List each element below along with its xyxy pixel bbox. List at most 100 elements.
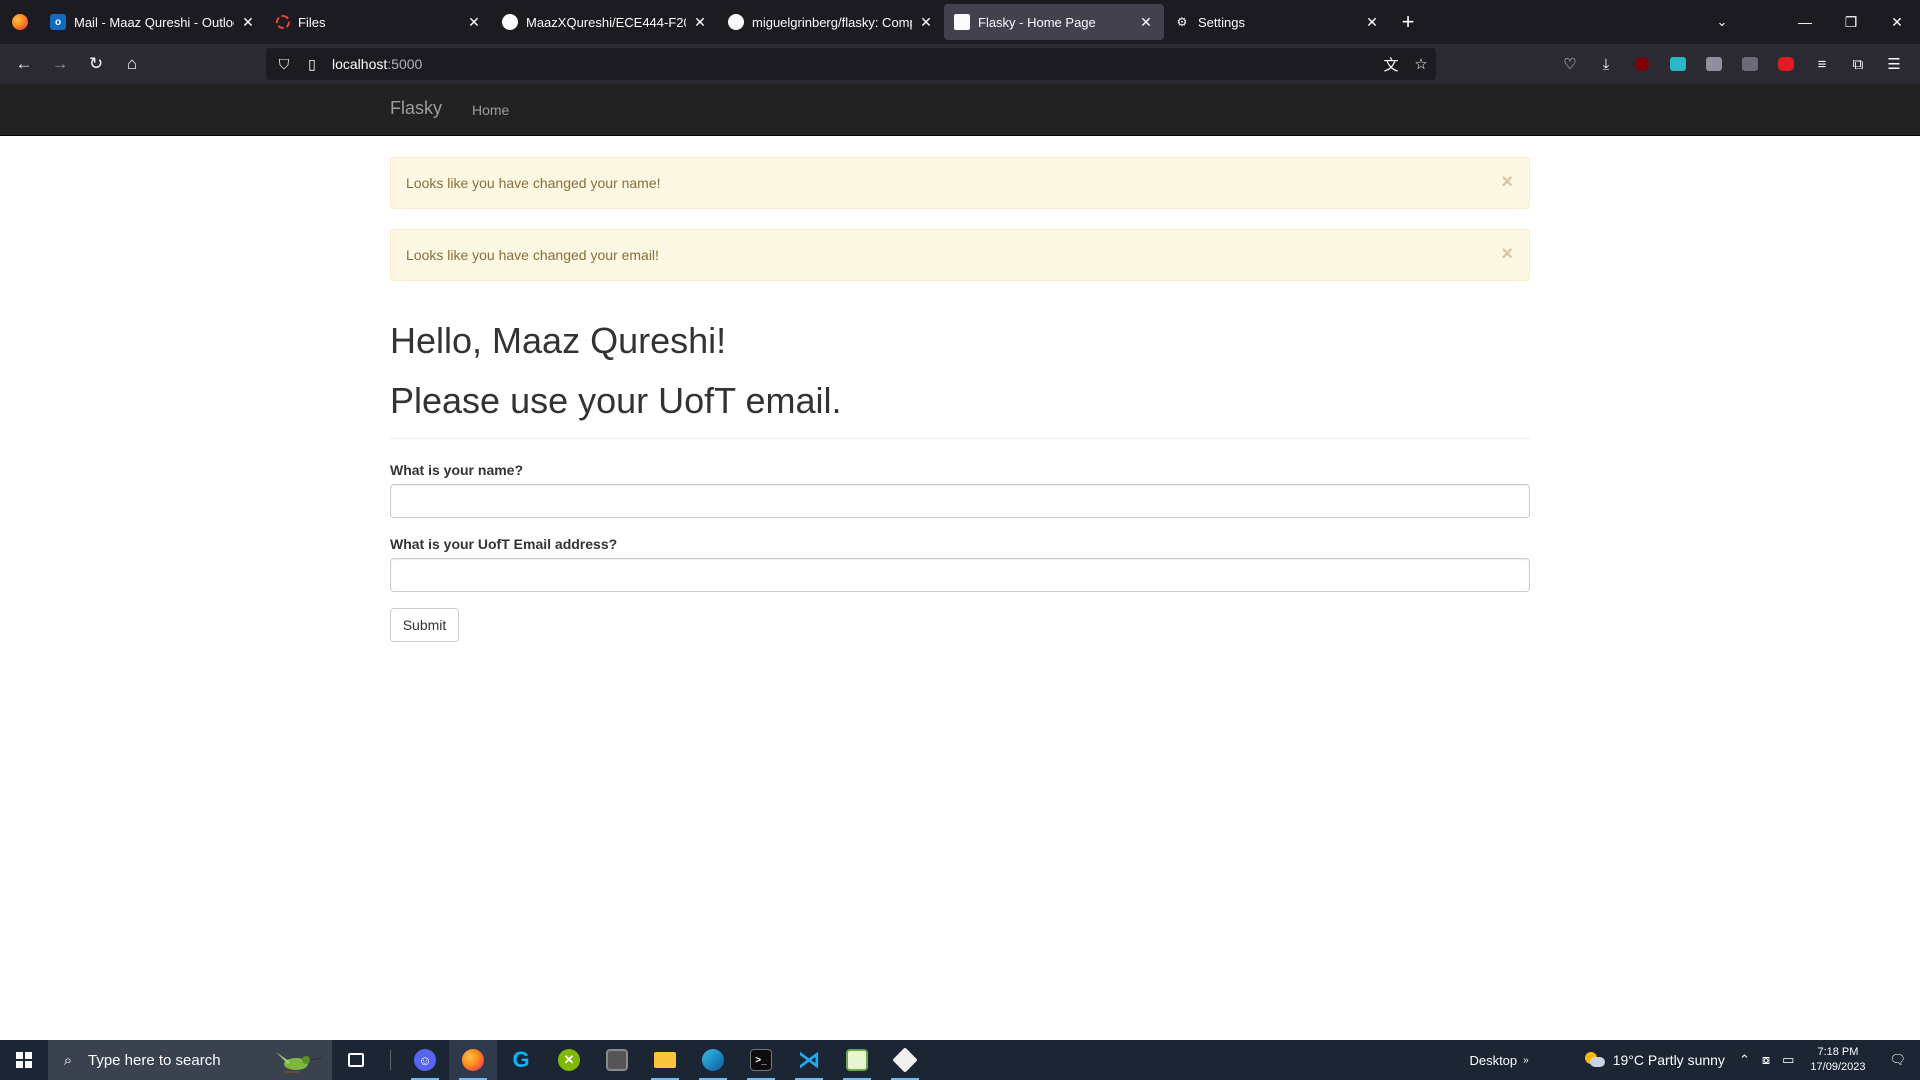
reload-icon[interactable]: ↻ (78, 48, 114, 80)
email-warning-heading: Please use your UofT email. (390, 380, 842, 421)
alert-email-changed: Looks like you have changed your email! … (390, 229, 1530, 281)
main-container: Looks like you have changed your name! ×… (390, 84, 1530, 784)
back-icon[interactable]: ← (6, 48, 42, 80)
start-button[interactable] (0, 1040, 48, 1080)
email-label: What is your UofT Email address? (390, 536, 618, 552)
close-tab-icon[interactable]: ✕ (1364, 14, 1380, 30)
git-extension-icon[interactable] (881, 1040, 929, 1080)
extension-save-icon[interactable] (1660, 48, 1696, 80)
close-tab-icon[interactable]: ✕ (918, 14, 934, 30)
url-bar[interactable]: ⛉ ▯ localhost:5000 文 ☆ (266, 48, 1436, 80)
notifications-icon[interactable]: 🗨 (1875, 1040, 1920, 1080)
outlook-icon: o (50, 14, 66, 30)
downloads-icon[interactable]: ⤓ (1588, 48, 1624, 80)
page-content: Flasky Home Looks like you have changed … (0, 84, 1920, 1040)
taskbar-separator (390, 1050, 391, 1070)
alert-message: Looks like you have changed your name! (406, 175, 661, 191)
firefox-menu-icon[interactable] (0, 0, 40, 44)
close-alert-button[interactable]: × (1501, 172, 1513, 192)
list-all-tabs-icon[interactable]: ⌄ (1708, 0, 1736, 44)
files-loading-icon (276, 15, 290, 29)
tab-label: Settings (1198, 14, 1245, 30)
edge-icon[interactable] (689, 1040, 737, 1080)
tab-flasky-home[interactable]: Flasky - Home Page ✕ (944, 4, 1164, 40)
ublock-origin-icon[interactable] (1624, 48, 1660, 80)
github-icon (728, 14, 744, 30)
hummingbird-search-highlight-icon (276, 1052, 323, 1073)
greeting-heading: Hello, Maaz Qureshi! (390, 320, 727, 361)
weather-widget[interactable]: 19°C Partly sunny (1577, 1040, 1733, 1080)
extensions-puzzle-icon[interactable]: ⧉ (1840, 48, 1876, 80)
tracking-shield-icon[interactable]: ⛉ (270, 48, 298, 80)
clock-time: 7:18 PM (1817, 1046, 1859, 1058)
github-icon (502, 14, 518, 30)
translate-icon[interactable]: 文 (1376, 48, 1406, 80)
chevron-right-icon: » (1523, 1054, 1529, 1066)
name-input[interactable] (390, 484, 1530, 518)
xbox-icon[interactable]: ✕ (545, 1040, 593, 1080)
terminal-icon[interactable]: >_ (737, 1040, 785, 1080)
tab-label: Flasky - Home Page (978, 14, 1096, 30)
flasky-icon (954, 14, 970, 30)
browser-toolbar: ← → ↻ ⌂ ⛉ ▯ localhost:5000 文 ☆ ♡ ⤓ ≡ ⧉ ☰ (0, 44, 1920, 84)
restore-button[interactable]: ❐ (1828, 0, 1874, 44)
tab-outlook[interactable]: o Mail - Maaz Qureshi - Outlook ✕ (40, 4, 266, 40)
divider (390, 438, 1530, 439)
clock-date: 17/09/2023 (1810, 1061, 1866, 1073)
close-alert-button[interactable]: × (1501, 244, 1513, 264)
tab-github-flasky[interactable]: miguelgrinberg/flasky: Compar ✕ (718, 4, 944, 40)
close-tab-icon[interactable]: ✕ (240, 14, 256, 30)
app-dark-icon[interactable] (593, 1040, 641, 1080)
weather-text: 19°C Partly sunny (1612, 1052, 1725, 1068)
tab-github-ece444[interactable]: MaazXQureshi/ECE444-F2023-L ✕ (492, 4, 718, 40)
close-tab-icon[interactable]: ✕ (466, 14, 482, 30)
firefox-taskbar-icon[interactable] (449, 1040, 497, 1080)
desktop-label: Desktop (1469, 1052, 1518, 1068)
notepad-plus-icon[interactable] (833, 1040, 881, 1080)
minimize-button[interactable]: — (1782, 0, 1828, 44)
browser-tab-strip: o Mail - Maaz Qureshi - Outlook ✕ Files … (0, 0, 1920, 44)
name-label: What is your name? (390, 462, 524, 478)
g-hub-icon[interactable]: G (497, 1040, 545, 1080)
file-explorer-icon[interactable] (641, 1040, 689, 1080)
desktop-toolbar[interactable]: Desktop » (1461, 1040, 1536, 1080)
alert-message: Looks like you have changed your email! (406, 247, 659, 263)
tab-label: Files (298, 14, 326, 30)
show-hidden-icons-icon[interactable]: ⌃ (1733, 1040, 1756, 1080)
task-view-icon[interactable] (332, 1040, 380, 1080)
forward-icon[interactable]: → (42, 48, 78, 80)
discord-icon[interactable]: ☺ (401, 1040, 449, 1080)
extension-list-icon[interactable]: ≡ (1804, 48, 1840, 80)
extension-grammar-icon[interactable] (1732, 48, 1768, 80)
tab-label: MaazXQureshi/ECE444-F2023-L (526, 14, 686, 30)
tab-files[interactable]: Files ✕ (266, 4, 492, 40)
alert-name-changed: Looks like you have changed your name! × (390, 157, 1530, 209)
tab-settings[interactable]: ⚙ Settings ✕ (1164, 4, 1390, 40)
clock[interactable]: 7:18 PM 17/09/2023 (1800, 1045, 1875, 1075)
url-text[interactable]: localhost:5000 (332, 56, 1376, 72)
taskbar-search-box[interactable]: ⌕ Type here to search (48, 1040, 332, 1080)
page-info-icon[interactable]: ▯ (298, 48, 326, 80)
vscode-icon[interactable]: ⋊ (785, 1040, 833, 1080)
close-tab-icon[interactable]: ✕ (1138, 14, 1154, 30)
pocket-icon[interactable]: ♡ (1552, 48, 1588, 80)
partly-sunny-icon (1584, 1052, 1605, 1068)
bookmark-star-icon[interactable]: ☆ (1406, 48, 1436, 80)
extension-youtube-icon[interactable] (1768, 48, 1804, 80)
hamburger-menu-icon[interactable]: ☰ (1876, 48, 1912, 80)
windows-logo-icon (16, 1052, 32, 1068)
windows-taskbar: ⌕ Type here to search ☺ G ✕ >_ ⋊ Desktop… (0, 1040, 1920, 1080)
tab-label: Mail - Maaz Qureshi - Outlook (74, 14, 234, 30)
extension-card-icon[interactable] (1696, 48, 1732, 80)
close-window-button[interactable]: ✕ (1874, 0, 1920, 44)
meet-now-icon[interactable]: ⧇ (1756, 1040, 1776, 1080)
search-icon: ⌕ (63, 1051, 73, 1069)
submit-button[interactable]: Submit (390, 608, 459, 642)
search-placeholder: Type here to search (88, 1051, 221, 1069)
close-tab-icon[interactable]: ✕ (692, 14, 708, 30)
new-tab-button[interactable]: + (1390, 4, 1426, 40)
network-icon[interactable]: ▭ (1776, 1040, 1800, 1080)
gear-icon: ⚙ (1176, 15, 1188, 29)
home-icon[interactable]: ⌂ (114, 48, 150, 80)
email-input[interactable] (390, 558, 1530, 592)
